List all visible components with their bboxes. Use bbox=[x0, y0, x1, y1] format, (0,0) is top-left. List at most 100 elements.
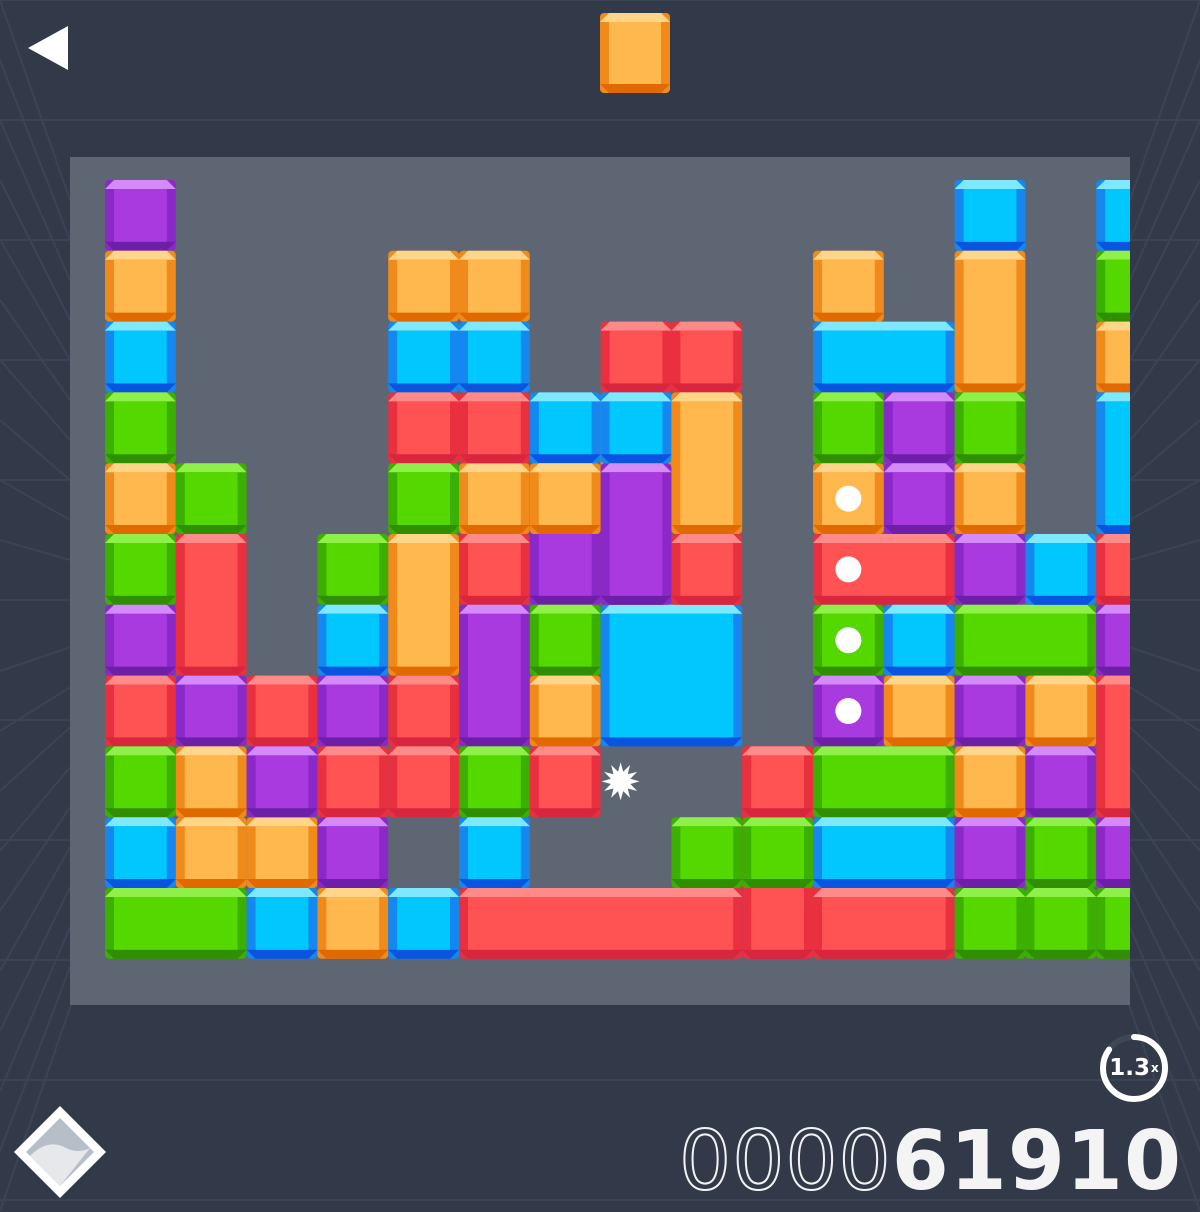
game-board[interactable] bbox=[70, 157, 1130, 1005]
gem-piece-purple bbox=[813, 675, 884, 747]
gem-piece-blue bbox=[246, 888, 318, 959]
gem-piece-red bbox=[246, 675, 318, 747]
gem-piece-orange bbox=[954, 746, 1026, 818]
gem-piece-green bbox=[317, 534, 389, 605]
gem-piece-purple bbox=[459, 604, 530, 747]
gem-piece-blue bbox=[600, 392, 672, 464]
gem-piece-blue bbox=[459, 321, 530, 393]
gem-piece-red bbox=[388, 392, 459, 464]
gem-piece-orange bbox=[317, 888, 389, 959]
gem-piece-purple bbox=[246, 746, 318, 818]
burst-icon bbox=[601, 762, 640, 801]
gem-piece-green bbox=[813, 392, 884, 464]
gem-piece-blue bbox=[105, 321, 176, 393]
gem-piece-green bbox=[105, 746, 176, 818]
gem-piece-green bbox=[742, 817, 813, 888]
back-button[interactable] bbox=[22, 22, 74, 74]
gem-piece-green bbox=[105, 888, 247, 959]
back-triangle-icon bbox=[28, 26, 68, 70]
gem-piece-blue bbox=[813, 321, 955, 393]
gem-piece-green bbox=[813, 604, 884, 676]
gem-piece-red bbox=[459, 534, 530, 605]
gem-piece-red bbox=[671, 534, 743, 605]
marker-dot bbox=[835, 698, 862, 724]
gem-piece-red bbox=[175, 534, 247, 676]
gem-piece-red bbox=[459, 392, 530, 464]
multiplier-value: 1.3 x bbox=[1109, 1055, 1159, 1081]
gem-piece-purple bbox=[1025, 746, 1097, 818]
gem-piece-purple bbox=[105, 180, 176, 251]
gem-piece-purple bbox=[883, 392, 955, 464]
gem-piece-purple bbox=[954, 675, 1026, 747]
next-piece-gem bbox=[600, 13, 670, 93]
gem-piece-orange bbox=[813, 463, 884, 534]
gem-piece-blue bbox=[954, 180, 1026, 251]
gem-piece-green bbox=[529, 604, 601, 676]
gem-piece-red bbox=[105, 675, 176, 747]
gem-piece-purple bbox=[317, 817, 389, 888]
gem-piece-blue bbox=[600, 604, 743, 801]
gem-piece-red bbox=[1096, 534, 1130, 605]
gem-piece-purple bbox=[600, 463, 672, 605]
gem-piece-orange bbox=[105, 250, 176, 322]
gem-piece-blue bbox=[317, 604, 389, 676]
score-display: 000061910 bbox=[678, 1112, 1182, 1212]
gem-piece-red bbox=[813, 888, 955, 959]
gem-piece-green bbox=[813, 746, 955, 818]
gem-piece-purple bbox=[1096, 817, 1130, 888]
diamond-menu-icon bbox=[14, 1106, 106, 1198]
gem-piece-purple bbox=[954, 817, 1026, 888]
gem-piece-orange bbox=[529, 463, 601, 534]
gem-piece-red bbox=[742, 746, 813, 818]
gem-piece-green bbox=[388, 463, 459, 534]
gem-piece-red bbox=[813, 534, 955, 605]
gem-piece-red bbox=[459, 888, 743, 959]
gem-piece-green bbox=[175, 463, 247, 534]
score-value: 61910 bbox=[891, 1114, 1182, 1209]
next-piece-preview bbox=[597, 11, 673, 95]
gem-piece-green bbox=[459, 746, 530, 818]
gem-piece-purple bbox=[1096, 604, 1130, 676]
gem-piece-purple bbox=[954, 534, 1026, 605]
gem-piece-orange bbox=[388, 534, 459, 676]
gem-piece-blue bbox=[1025, 534, 1097, 605]
gem-piece-purple bbox=[317, 675, 389, 747]
gem-piece-orange bbox=[105, 463, 176, 534]
gem-piece-orange bbox=[1025, 675, 1097, 747]
multiplier-badge: 1.3 x bbox=[1096, 1030, 1172, 1106]
gem-piece-blue bbox=[105, 817, 176, 888]
gem-piece-green bbox=[1096, 250, 1130, 322]
gem-piece-red bbox=[1096, 675, 1130, 818]
gem-piece-purple bbox=[883, 463, 955, 534]
gem-piece-blue bbox=[459, 817, 530, 888]
gem-piece-purple bbox=[175, 675, 247, 747]
gem-piece-green bbox=[671, 817, 743, 888]
marker-dot bbox=[835, 485, 862, 512]
gem-piece-orange bbox=[954, 463, 1026, 534]
gem-piece-blue bbox=[1096, 392, 1130, 534]
gem-piece-blue bbox=[883, 604, 955, 676]
menu-button[interactable] bbox=[8, 1100, 112, 1204]
score-leading-zeros: 0000 bbox=[678, 1113, 892, 1210]
gem-piece-orange bbox=[671, 392, 743, 534]
gem-piece-orange bbox=[388, 250, 459, 322]
gem-piece-blue bbox=[388, 321, 459, 393]
gem-piece-red bbox=[600, 321, 672, 393]
gem-piece-orange bbox=[883, 675, 955, 747]
gem-piece-blue bbox=[529, 392, 601, 464]
gem-piece-green bbox=[105, 392, 176, 464]
gem-piece-blue bbox=[813, 817, 955, 888]
gem-piece-red bbox=[529, 746, 601, 818]
marker-dot bbox=[835, 556, 862, 583]
gem-piece-green bbox=[954, 604, 1097, 676]
gem-piece-blue bbox=[1096, 180, 1130, 251]
gem-piece-orange bbox=[813, 250, 884, 322]
gem-piece-purple bbox=[105, 604, 176, 676]
gem-piece-orange bbox=[529, 675, 601, 747]
gem-piece-orange bbox=[954, 250, 1026, 393]
marker-dot bbox=[835, 627, 862, 654]
gem-piece-blue bbox=[388, 888, 459, 959]
gem-piece-red bbox=[671, 321, 743, 393]
gem-piece-orange bbox=[459, 250, 530, 322]
gem-piece-green bbox=[954, 392, 1026, 464]
